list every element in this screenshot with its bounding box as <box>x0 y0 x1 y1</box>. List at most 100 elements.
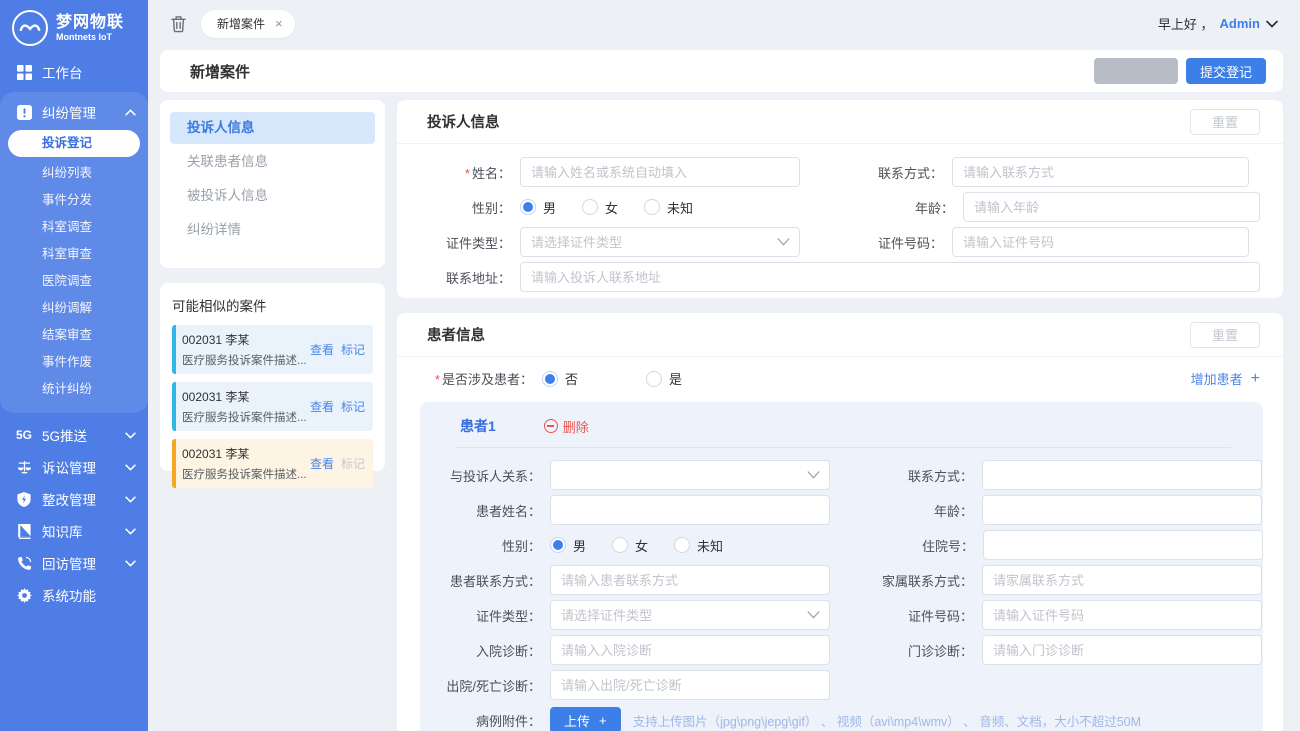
sidebar-item-workbench[interactable]: 工作台 <box>0 56 148 88</box>
discharge-diagnosis-input[interactable] <box>550 670 830 700</box>
tab-new-case[interactable]: 新增案件 × <box>201 10 295 38</box>
patient-id-type-select[interactable] <box>550 600 830 630</box>
sidebar-item-follow-up[interactable]: 回访管理 <box>0 547 148 579</box>
patient-card-1: 患者1 删除 与投诉人关系： 联系方式： <box>420 402 1263 731</box>
view-link[interactable]: 查看 <box>310 398 334 415</box>
field-label: 出院/死亡诊断： <box>420 676 550 695</box>
complainant-age-input[interactable] <box>963 192 1260 222</box>
patient-contact-input[interactable] <box>982 460 1262 490</box>
view-link[interactable]: 查看 <box>310 455 334 472</box>
patient-id-number-input[interactable] <box>982 600 1262 630</box>
secondary-button[interactable] <box>1094 58 1178 84</box>
sidebar-item-rectification[interactable]: 整改管理 <box>0 483 148 515</box>
sidebar-item-complaint-register[interactable]: 投诉登记 <box>8 130 140 157</box>
radio-unknown[interactable]: 未知 <box>644 198 693 217</box>
patient-age-input[interactable] <box>982 495 1262 525</box>
select-value[interactable] <box>550 600 830 630</box>
sidebar-item-hospital-investigation[interactable]: 医院调查 <box>0 268 148 295</box>
hospital-number-input[interactable] <box>983 530 1263 560</box>
chevron-down-icon[interactable] <box>1266 20 1278 28</box>
sidebar-item-label: 诉讼管理 <box>42 457 96 477</box>
sidebar-item-system-functions[interactable]: 系统功能 <box>0 579 148 611</box>
complainant-address-input[interactable] <box>520 262 1260 292</box>
close-icon[interactable]: × <box>275 16 283 31</box>
field-label: 住院号： <box>831 536 983 555</box>
sidebar-item-5g-push[interactable]: 5G 5G推送 <box>0 419 148 451</box>
radio-male[interactable]: 男 <box>550 536 586 555</box>
select-value[interactable] <box>520 227 800 257</box>
upload-button[interactable]: 上传 + <box>550 707 621 731</box>
field-label: 年龄： <box>811 198 963 217</box>
case-title: 002031 李某 <box>182 388 310 405</box>
sidebar-item-knowledge-base[interactable]: 知识库 <box>0 515 148 547</box>
sidebar-item-litigation[interactable]: 诉讼管理 <box>0 451 148 483</box>
add-patient-button[interactable]: 增加患者 + <box>1191 369 1260 388</box>
complainant-id-type-select[interactable] <box>520 227 800 257</box>
complainant-contact-input[interactable] <box>952 157 1249 187</box>
case-item[interactable]: 002031 李某 医疗服务投诉案件描述... 查看 标记 <box>172 439 373 488</box>
delete-patient-button[interactable]: 删除 <box>544 417 589 436</box>
sidebar-item-dispute-stats[interactable]: 统计纠纷 <box>0 376 148 403</box>
sidebar-group-dispute-header[interactable]: 纠纷管理 <box>0 96 148 128</box>
reset-button[interactable]: 重置 <box>1190 322 1260 348</box>
user-menu[interactable]: Admin <box>1220 16 1260 31</box>
field-label: 与投诉人关系： <box>420 466 550 485</box>
field-label: 联系方式： <box>830 466 982 485</box>
radio-no[interactable]: 否 <box>542 369 578 388</box>
sidebar-item-event-dispatch[interactable]: 事件分发 <box>0 187 148 214</box>
plus-icon: + <box>599 713 607 728</box>
sidebar: 梦网物联 Montnets IoT 工作台 纠纷管理 <box>0 0 148 731</box>
radio-yes[interactable]: 是 <box>646 369 682 388</box>
app-title: 梦网物联 <box>56 14 124 32</box>
sidebar-item-event-void[interactable]: 事件作废 <box>0 349 148 376</box>
submit-register-button[interactable]: 提交登记 <box>1186 58 1266 84</box>
required-mark: * <box>435 372 440 387</box>
patient-name-input[interactable] <box>550 495 830 525</box>
montnets-logo-icon <box>12 10 48 46</box>
complainant-name-input[interactable] <box>520 157 800 187</box>
sidebar-item-dept-investigation[interactable]: 科室调查 <box>0 214 148 241</box>
sidebar-item-closing-review[interactable]: 结案审查 <box>0 322 148 349</box>
view-link[interactable]: 查看 <box>310 341 334 358</box>
involve-patient-radio-group: 否 是 <box>542 369 708 388</box>
minus-circle-icon <box>544 419 558 433</box>
case-title: 002031 李某 <box>182 331 310 348</box>
case-item[interactable]: 002031 李某 医疗服务投诉案件描述... 查看 标记 <box>172 325 373 374</box>
radio-male[interactable]: 男 <box>520 198 556 217</box>
radio-female[interactable]: 女 <box>582 198 618 217</box>
field-label: 证件类型： <box>420 606 550 625</box>
radio-unknown[interactable]: 未知 <box>674 536 723 555</box>
step-related-patient-info[interactable]: 关联患者信息 <box>170 146 375 178</box>
case-item[interactable]: 002031 李某 医疗服务投诉案件描述... 查看 标记 <box>172 382 373 431</box>
field-label: 患者联系方式： <box>420 571 550 590</box>
mark-link[interactable]: 标记 <box>341 341 365 358</box>
sidebar-item-dispute-list[interactable]: 纠纷列表 <box>0 160 148 187</box>
greeting-text: 早上好 ， <box>1158 14 1214 33</box>
sidebar-item-dept-review[interactable]: 科室审查 <box>0 241 148 268</box>
sidebar-item-dispute-mediation[interactable]: 纠纷调解 <box>0 295 148 322</box>
step-complainant-info[interactable]: 投诉人信息 <box>170 112 375 144</box>
form-steps-nav: 投诉人信息 关联患者信息 被投诉人信息 纠纷详情 <box>160 100 385 268</box>
field-label: 门诊诊断： <box>830 641 982 660</box>
field-label: 联系方式： <box>800 163 952 182</box>
trash-icon[interactable] <box>170 15 187 33</box>
field-label: 性别： <box>420 536 550 555</box>
radio-dot <box>646 371 662 387</box>
patient-phone-input[interactable] <box>550 565 830 595</box>
mark-link[interactable]: 标记 <box>341 398 365 415</box>
patient-relation-select[interactable] <box>550 460 830 490</box>
step-dispute-detail[interactable]: 纠纷详情 <box>170 214 375 246</box>
5g-icon: 5G <box>15 426 33 444</box>
family-contact-input[interactable] <box>982 565 1262 595</box>
step-respondent-info[interactable]: 被投诉人信息 <box>170 180 375 212</box>
outpatient-diagnosis-input[interactable] <box>982 635 1262 665</box>
select-value[interactable] <box>550 460 830 490</box>
radio-dot <box>644 199 660 215</box>
field-label: 联系地址： <box>397 268 520 287</box>
reset-button[interactable]: 重置 <box>1190 109 1260 135</box>
radio-female[interactable]: 女 <box>612 536 648 555</box>
chevron-down-icon <box>125 496 136 503</box>
case-desc: 医疗服务投诉案件描述... <box>182 409 310 425</box>
complainant-id-number-input[interactable] <box>952 227 1249 257</box>
admission-diagnosis-input[interactable] <box>550 635 830 665</box>
